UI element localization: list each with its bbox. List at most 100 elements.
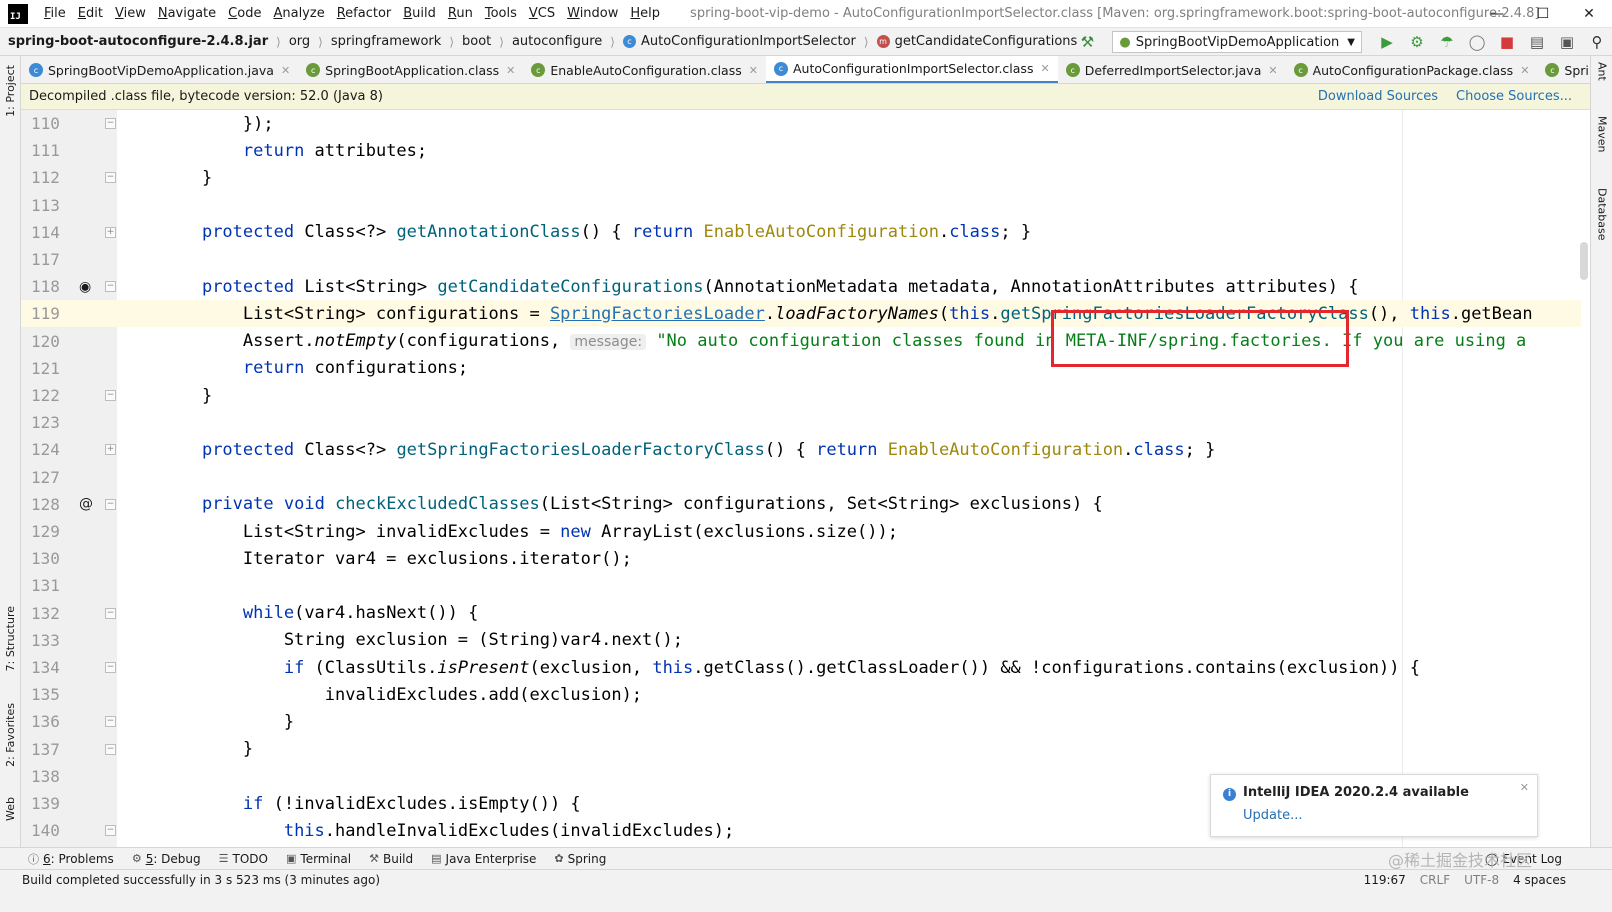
close-tab-icon[interactable]: ✕ [1520, 64, 1529, 77]
run-configuration-select[interactable]: ● SpringBootVipDemoApplication ▼ [1112, 31, 1362, 53]
close-icon[interactable]: ✕ [1520, 781, 1529, 794]
debug-icon[interactable]: ⚙ [1404, 31, 1430, 53]
fold-toggle-icon[interactable]: − [105, 825, 116, 837]
structure-tool-tab[interactable]: 7: Structure [1, 599, 20, 679]
tool-window-javaenterprise[interactable]: ▤ Java Enterprise [431, 851, 536, 867]
menu-code[interactable]: Code [222, 6, 267, 21]
editor-tab[interactable]: c SpringBootApplication.class ✕ [298, 56, 523, 83]
menu-navigate[interactable]: Navigate [152, 6, 222, 21]
close-icon[interactable]: ✕ [1566, 0, 1612, 28]
code-line: 131 [21, 572, 1581, 599]
breadcrumb-item[interactable]: org [289, 34, 310, 49]
menu-vcs[interactable]: VCS [523, 6, 561, 21]
web-tool-tab[interactable]: Web [1, 788, 20, 830]
fold-toggle-icon[interactable]: − [105, 118, 116, 129]
ant-tool-tab[interactable]: Ant [1593, 62, 1611, 81]
update-link[interactable]: Update... [1243, 808, 1525, 823]
fold-toggle-icon[interactable]: − [105, 172, 116, 184]
editor-tab[interactable]: c DeferredImportSelector.java ✕ [1058, 56, 1286, 83]
menu-file[interactable]: File [38, 6, 72, 21]
fold-toggle-icon[interactable]: + [105, 226, 116, 238]
line-separator[interactable]: CRLF [1420, 873, 1450, 887]
code-editor[interactable]: 110 }); − 111 return attributes; 112 } − 113 1… [21, 110, 1590, 872]
breadcrumb-item[interactable]: m getCandidateConfigurations [876, 34, 1077, 49]
close-tab-icon[interactable]: ✕ [749, 64, 758, 77]
file-type-icon: c [29, 63, 43, 77]
stop-icon[interactable]: ■ [1494, 31, 1520, 53]
fold-toggle-icon[interactable]: − [105, 716, 116, 728]
tool-window-problems[interactable]: ⓘ 6: Problems [28, 851, 114, 867]
project-tool-tab[interactable]: 1: Project [1, 60, 20, 122]
tool-window-todo[interactable]: ☰ TODO [219, 851, 268, 867]
code-text: protected Class<?> getAnnotationClass() … [201, 222, 1032, 243]
menu-view[interactable]: View [109, 6, 152, 21]
menu-help[interactable]: Help [624, 6, 666, 21]
chevron-right-icon: ⟩ [499, 34, 504, 49]
close-tab-icon[interactable]: ✕ [281, 64, 290, 77]
line-number: 114 [31, 222, 60, 242]
override-marker-icon[interactable]: ◉ [79, 279, 91, 295]
fold-toggle-icon[interactable]: − [105, 498, 116, 510]
fold-toggle-icon[interactable]: − [105, 390, 116, 401]
close-tab-icon[interactable]: ✕ [1268, 64, 1277, 77]
tool-window-build[interactable]: ⚒ Build [369, 851, 413, 867]
maximize-icon[interactable]: ☐ [1520, 0, 1566, 28]
coverage-icon[interactable]: ☂ [1434, 31, 1460, 53]
class-icon: c [622, 35, 636, 48]
close-tab-icon[interactable]: ✕ [1040, 62, 1049, 75]
database-tool-tab[interactable]: Database [1593, 188, 1611, 241]
editor-tab[interactable]: c SpringBootCon [1537, 56, 1590, 83]
run-icon[interactable]: ▶ [1374, 31, 1400, 53]
fold-toggle-icon[interactable]: − [105, 662, 116, 673]
line-number: 118 [31, 277, 60, 297]
breadcrumb-item[interactable]: c AutoConfigurationImportSelector [622, 34, 856, 49]
choose-sources-link[interactable]: Choose Sources... [1456, 89, 1572, 104]
tool-window-debug[interactable]: ⚙ 5: Debug [132, 851, 201, 867]
editor-tab[interactable]: c SpringBootVipDemoApplication.java ✕ [21, 56, 298, 83]
breadcrumb: spring-boot-autoconfigure-2.4.8.jar ⟩ org ⟩… [0, 34, 1077, 49]
parameter-hint: message: [570, 334, 647, 351]
tool-window-buttons: ⓘ 6: Problems ⚙ 5: Debug ☰ TODO ▣ Terminal ⚒ Buil… [28, 851, 624, 867]
breadcrumb-label: spring-boot-autoconfigure-2.4.8.jar [8, 34, 269, 49]
menu-run[interactable]: Run [442, 6, 479, 21]
favorites-tool-tab[interactable]: 2: Favorites [1, 696, 20, 774]
menu-analyze[interactable]: Analyze [267, 6, 330, 21]
structure-tab-label: 7: Structure [4, 606, 17, 672]
fold-toggle-icon[interactable]: − [105, 607, 116, 619]
menu-window[interactable]: Window [561, 6, 624, 21]
chevron-right-icon: ⟩ [276, 34, 281, 49]
project-structure-icon[interactable]: ▤ [1524, 31, 1550, 53]
maven-tool-tab[interactable]: Maven [1593, 116, 1611, 152]
fold-toggle-icon[interactable]: − [105, 743, 116, 755]
file-encoding[interactable]: UTF-8 [1464, 873, 1499, 887]
menu-build[interactable]: Build [397, 6, 442, 21]
menu-tools[interactable]: Tools [479, 6, 523, 21]
tool-window-label: Terminal [300, 851, 352, 866]
build-hammer-icon[interactable]: ⚒ [1074, 31, 1100, 53]
fold-toggle-icon[interactable]: + [105, 444, 116, 456]
editor-tab[interactable]: c AutoConfigurationPackage.class ✕ [1286, 56, 1538, 83]
breadcrumb-item[interactable]: spring-boot-autoconfigure-2.4.8.jar [0, 34, 268, 49]
caret-position[interactable]: 119:67 [1364, 873, 1406, 887]
breadcrumb-item[interactable]: springframework [331, 34, 441, 49]
search-icon[interactable]: ⚲ [1584, 31, 1610, 53]
editor-tab[interactable]: c AutoConfigurationImportSelector.class ✕ [765, 56, 1058, 83]
breadcrumb-item[interactable]: boot [462, 34, 491, 49]
indent-setting[interactable]: 4 spaces [1513, 873, 1566, 887]
menu-label: un [456, 6, 473, 21]
layout-icon[interactable]: ▣ [1554, 31, 1580, 53]
close-tab-icon[interactable]: ✕ [506, 64, 515, 77]
download-sources-link[interactable]: Download Sources [1318, 89, 1438, 104]
fold-toggle-icon[interactable]: − [105, 281, 116, 293]
editor-tab[interactable]: c EnableAutoConfiguration.class ✕ [523, 56, 766, 83]
breadcrumb-item[interactable]: autoconfigure [512, 34, 602, 49]
code-line: 135 invalidExcludes.add(exclusion); [21, 681, 1581, 708]
minimize-icon[interactable]: — [1474, 0, 1520, 28]
vertical-scrollbar[interactable] [1580, 242, 1588, 280]
profile-icon[interactable]: ◯ [1464, 31, 1490, 53]
tool-window-spring[interactable]: ✿ Spring [554, 851, 606, 867]
line-number: 123 [31, 413, 60, 433]
menu-refactor[interactable]: Refactor [331, 6, 398, 21]
tool-window-terminal[interactable]: ▣ Terminal [286, 851, 351, 867]
menu-edit[interactable]: Edit [72, 6, 109, 21]
